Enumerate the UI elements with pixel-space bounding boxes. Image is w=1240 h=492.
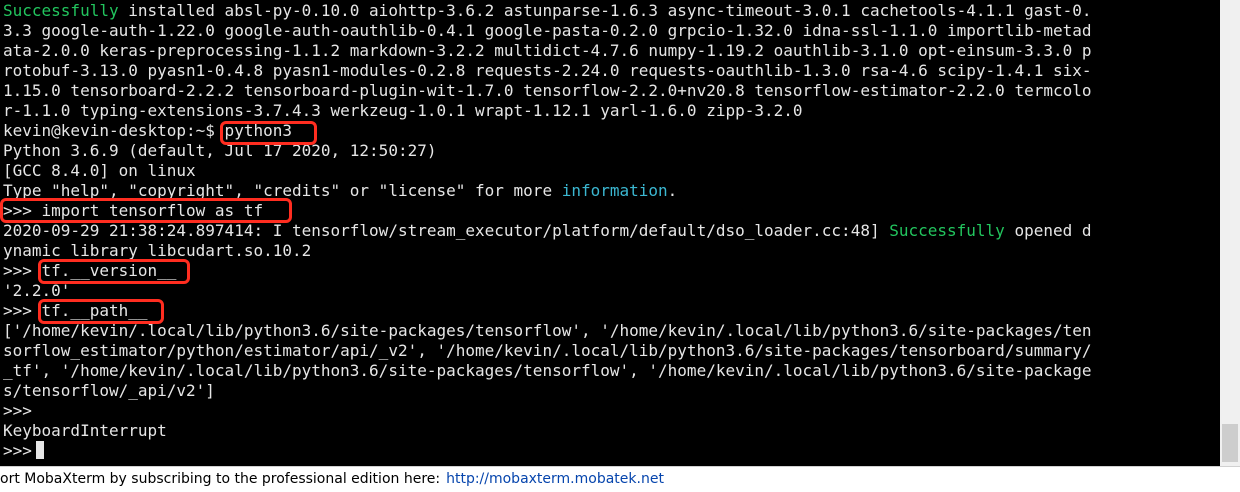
terminal-text-segment: opened d [1004,221,1092,240]
terminal-line: KeyboardInterrupt [3,421,167,441]
terminal-line: 1.15.0 tensorboard-2.2.2 tensorboard-plu… [3,81,1092,101]
status-bar: ort MobaXterm by subscribing to the prof… [0,466,1240,492]
terminal-line: Successfully installed absl-py-0.10.0 ai… [3,1,1092,21]
terminal-text-segment: 3.3 google-auth-1.22.0 google-auth-oauth… [3,21,1092,40]
terminal-line: 3.3 google-auth-1.22.0 google-auth-oauth… [3,21,1092,41]
text-cursor [35,441,44,459]
terminal-line: _tf', '/home/kevin/.local/lib/python3.6/… [3,361,1092,381]
terminal-text-segment: 2020-09-29 21:38:24.897414: I tensorflow… [3,221,890,240]
terminal-line: kevin@kevin-desktop:~$ python3 [3,121,292,141]
terminal-text-segment: Python 3.6.9 (default, Jul 17 2020, 12:5… [3,141,437,160]
terminal-text-segment: KeyboardInterrupt [3,421,167,440]
terminal-text-segment: _tf', '/home/kevin/.local/lib/python3.6/… [3,361,1092,380]
terminal-line: '2.2.0' [3,281,70,301]
terminal-text-segment: >>> tf.__path__ [3,301,148,320]
terminal-line: >>> [3,441,44,461]
terminal-text-segment: sorflow_estimator/python/estimator/api/_… [3,341,1092,360]
terminal-line: 2020-09-29 21:38:24.897414: I tensorflow… [3,221,1092,241]
terminal-text-segment: Successfully [3,1,119,20]
terminal-line: >>> [3,401,32,421]
terminal-text-segment: ata-2.0.0 keras-preprocessing-1.1.2 mark… [3,41,1092,60]
terminal-text-segment: s/tensorflow/_api/v2'] [3,381,215,400]
terminal-text-segment: . [667,181,678,200]
terminal-line: r-1.1.0 typing-extensions-3.7.4.3 werkze… [3,101,803,121]
terminal-text-segment: >>> tf.__version__ [3,261,177,280]
terminal-line: rotobuf-3.13.0 pyasn1-0.4.8 pyasn1-modul… [3,61,1092,81]
terminal-text-segment: 1.15.0 tensorboard-2.2.2 tensorboard-plu… [3,81,1092,100]
terminal-line: s/tensorflow/_api/v2'] [3,381,215,401]
terminal-scrollbar[interactable] [1220,0,1240,466]
terminal-text-segment: ynamic library libcudart.so.10.2 [3,241,312,260]
terminal-line: ata-2.0.0 keras-preprocessing-1.1.2 mark… [3,41,1092,61]
terminal-line: >>> tf.__version__ [3,261,176,281]
status-bar-text: ort MobaXterm by subscribing to the prof… [0,471,441,487]
terminal-text-segment: r-1.1.0 typing-extensions-3.7.4.3 werkze… [3,101,803,120]
terminal-text-segment: kevin@kevin-desktop:~$ python3 [3,121,292,140]
terminal-line: >>> import tensorflow as tf [3,201,263,221]
terminal-text-segment: ['/home/kevin/.local/lib/python3.6/site-… [3,321,1092,340]
terminal-text-segment: information [561,181,668,200]
terminal-text-segment: >>> [3,441,32,460]
mobaxterm-window: Successfully installed absl-py-0.10.0 ai… [0,0,1240,492]
terminal-text-segment: >>> import tensorflow as tf [3,201,264,220]
terminal-line: ynamic library libcudart.so.10.2 [3,241,311,261]
terminal-text-segment: installed absl-py-0.10.0 aiohttp-3.6.2 a… [118,1,1092,20]
terminal-line: Type "help", "copyright", "credits" or "… [3,181,677,201]
terminal-text-segment: [GCC 8.4.0] on linux [3,161,196,180]
terminal-output[interactable]: Successfully installed absl-py-0.10.0 ai… [0,0,1220,466]
terminal-line: [GCC 8.4.0] on linux [3,161,196,181]
terminal-text-segment: >>> [3,401,32,420]
terminal-text-segment: Successfully [889,221,1005,240]
terminal-line: ['/home/kevin/.local/lib/python3.6/site-… [3,321,1092,341]
terminal-text-segment: '2.2.0' [3,281,71,300]
terminal-text-segment: rotobuf-3.13.0 pyasn1-0.4.8 pyasn1-modul… [3,61,1092,80]
terminal-line: sorflow_estimator/python/estimator/api/_… [3,341,1092,361]
terminal-text-segment: Type "help", "copyright", "credits" or "… [3,181,562,200]
terminal-line: >>> tf.__path__ [3,301,148,321]
terminal-line: Python 3.6.9 (default, Jul 17 2020, 12:5… [3,141,436,161]
mobaxterm-link[interactable]: http://mobaxterm.mobatek.net [446,471,664,487]
scrollbar-thumb[interactable] [1222,424,1238,462]
